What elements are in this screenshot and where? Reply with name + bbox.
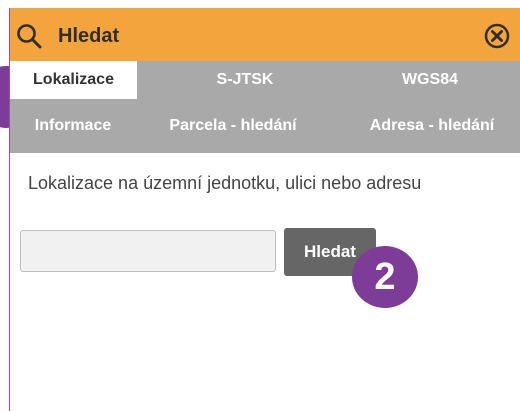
search-description: Lokalizace na územní jednotku, ulici neb… bbox=[28, 173, 422, 193]
panel-title: Hledat bbox=[58, 25, 120, 47]
tab-s-jtsk[interactable]: S-JTSK bbox=[180, 61, 310, 99]
search-icon bbox=[17, 24, 42, 49]
panel-header: Hledat bbox=[10, 8, 520, 61]
tab-lokalizace[interactable]: Lokalizace bbox=[10, 61, 137, 99]
tab-bar: Lokalizace S-JTSK WGS84 Informace Parcel… bbox=[10, 61, 520, 153]
search-input[interactable] bbox=[20, 230, 276, 272]
search-panel: Hledat Lokalizace S-JTSK WGS84 Informace… bbox=[10, 8, 520, 411]
tab-wgs84[interactable]: WGS84 bbox=[360, 61, 500, 99]
tab-parcela-hledani[interactable]: Parcela - hledání bbox=[158, 107, 308, 145]
close-icon[interactable] bbox=[484, 23, 510, 49]
tab-informace[interactable]: Informace bbox=[18, 107, 128, 145]
tab-adresa-hledani[interactable]: Adresa - hledání bbox=[352, 107, 512, 145]
step-badge: 2 bbox=[352, 246, 418, 308]
